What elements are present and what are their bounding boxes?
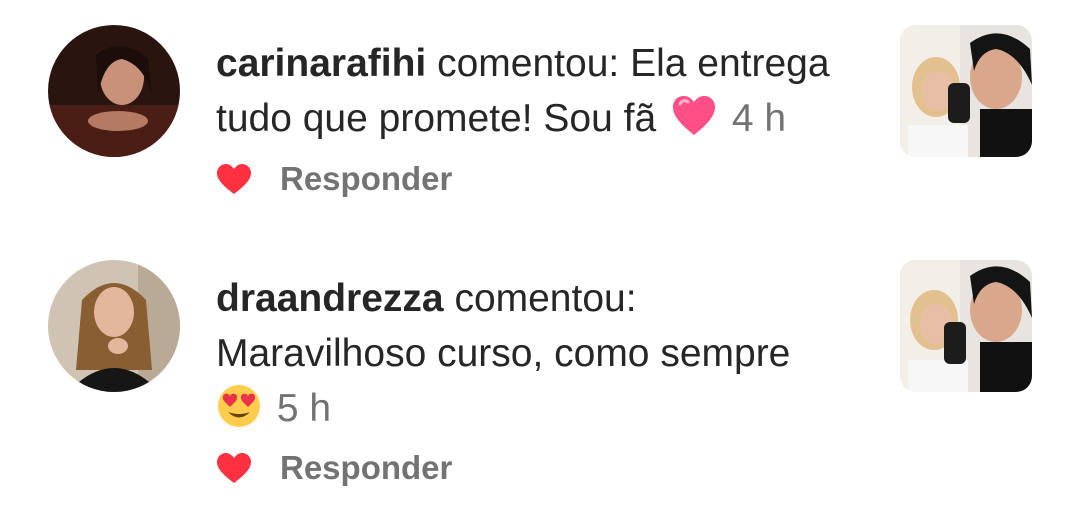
post-thumbnail[interactable] xyxy=(900,25,1032,157)
heart-icon[interactable] xyxy=(216,163,252,195)
heart-eyes-emoji-icon xyxy=(218,385,260,427)
username[interactable]: carinarafihi xyxy=(216,42,426,85)
comment-body-line2: tudo que promete! Sou fã xyxy=(216,97,657,140)
username[interactable]: draandrezza xyxy=(216,277,444,320)
comment-text: draandrezza comentou: Maravilhoso curso,… xyxy=(216,271,876,436)
heart-icon[interactable] xyxy=(216,452,252,484)
comment-time: 4 h xyxy=(731,97,787,140)
notification-item[interactable]: draandrezza comentou: Maravilhoso curso,… xyxy=(0,235,1080,528)
post-thumbnail[interactable] xyxy=(900,260,1032,392)
comment-body-line1: Maravilhoso curso, como sempre xyxy=(216,332,791,375)
comment-verb: comentou: xyxy=(437,42,620,85)
comment-actions: Responder xyxy=(216,446,452,490)
user-avatar[interactable] xyxy=(48,260,180,392)
reply-button[interactable]: Responder xyxy=(280,160,452,198)
comment-time: 5 h xyxy=(276,387,332,430)
notification-item[interactable]: carinarafihi comentou: Ela entrega tudo … xyxy=(0,0,1080,230)
comment-verb: comentou: xyxy=(454,277,637,320)
pink-heart-emoji-icon xyxy=(672,96,715,135)
comment-body-line1: Ela entrega xyxy=(630,42,830,85)
reply-button[interactable]: Responder xyxy=(280,449,452,487)
comment-actions: Responder xyxy=(216,157,452,201)
user-avatar[interactable] xyxy=(48,25,180,157)
comment-text: carinarafihi comentou: Ela entrega tudo … xyxy=(216,36,876,146)
